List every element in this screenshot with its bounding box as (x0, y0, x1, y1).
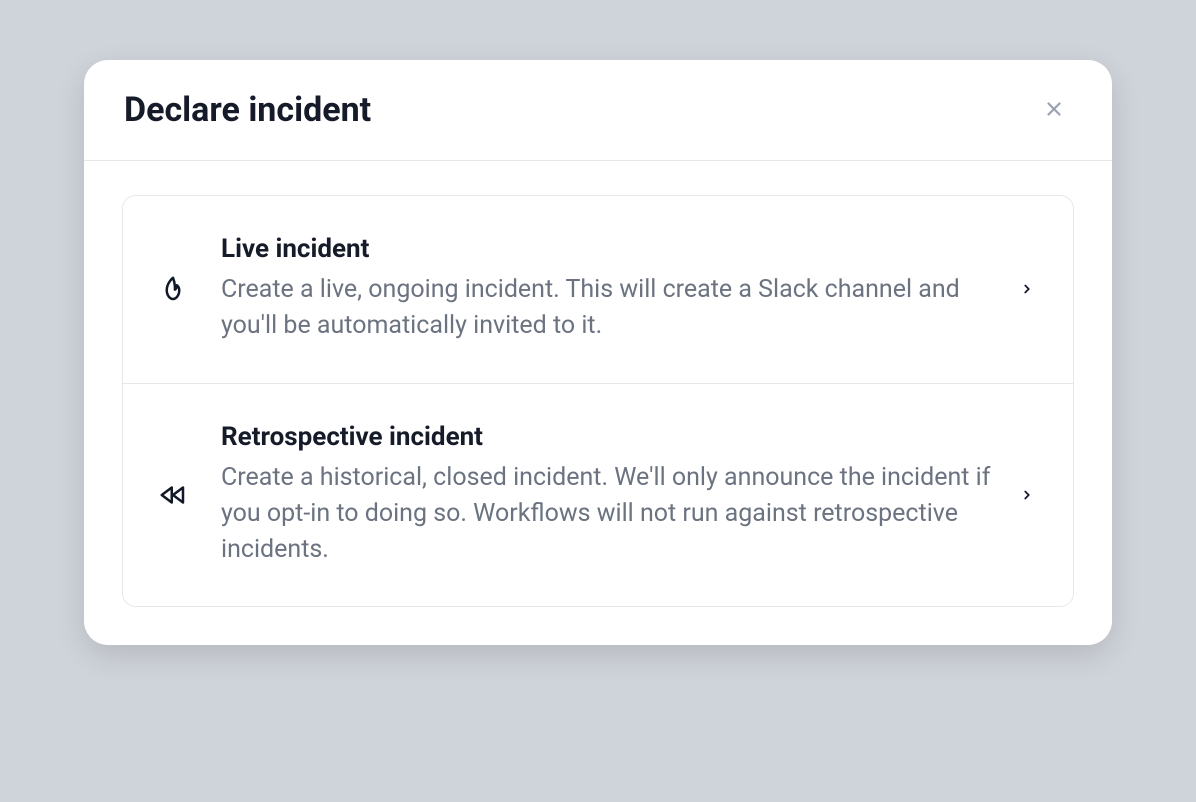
close-icon (1043, 98, 1065, 123)
close-button[interactable] (1036, 92, 1072, 128)
option-text: Live incident Create a live, ongoing inc… (193, 234, 1017, 345)
option-title: Live incident (221, 234, 997, 264)
option-live-incident[interactable]: Live incident Create a live, ongoing inc… (123, 196, 1073, 383)
fire-icon (153, 274, 193, 304)
chevron-right-icon (1017, 488, 1037, 502)
option-text: Retrospective incident Create a historic… (193, 422, 1017, 569)
modal-header: Declare incident (84, 60, 1112, 161)
option-list: Live incident Create a live, ongoing inc… (122, 195, 1074, 607)
option-title: Retrospective incident (221, 422, 997, 452)
option-description: Create a live, ongoing incident. This wi… (221, 272, 997, 345)
option-description: Create a historical, closed incident. We… (221, 460, 997, 569)
declare-incident-modal: Declare incident Live incident Create a … (84, 60, 1112, 645)
rewind-icon (153, 480, 193, 510)
modal-body: Live incident Create a live, ongoing inc… (84, 161, 1112, 645)
modal-title: Declare incident (124, 90, 371, 130)
chevron-right-icon (1017, 282, 1037, 296)
option-retrospective-incident[interactable]: Retrospective incident Create a historic… (123, 383, 1073, 607)
